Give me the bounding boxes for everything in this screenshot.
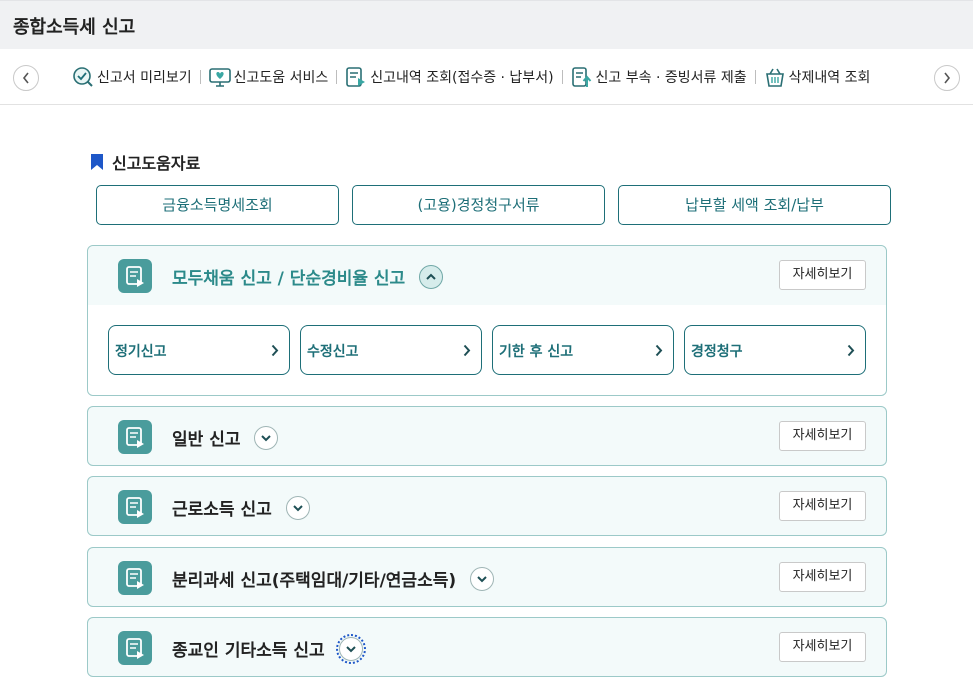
quick-item-deleted[interactable]: 삭제내역 조회 (764, 66, 871, 88)
divider (199, 70, 201, 84)
expand-toggle-button[interactable] (335, 634, 366, 664)
quick-item-label: 신고서 미리보기 (97, 70, 192, 86)
panel-header[interactable]: 모두채움 신고 / 단순경비율 신고 자세히보기 (88, 246, 886, 305)
panel-icon (118, 631, 152, 665)
expand-toggle-button[interactable] (470, 567, 495, 591)
filing-panel-earned-income: 근로소득 신고 자세히보기 (87, 476, 887, 536)
regular-filing-button[interactable]: 정기신고 (108, 325, 290, 375)
panel-title: 모두채움 신고 / 단순경비율 신고 (172, 269, 406, 289)
financial-income-lookup-button[interactable]: 금융소득명세조회 (96, 185, 339, 225)
quick-item-label: 신고 부속 · 증빙서류 제출 (595, 70, 747, 86)
scroll-left-button[interactable] (13, 65, 39, 91)
filing-panel-separate-taxation: 분리과세 신고(주택임대/기타/연금소득) 자세히보기 (87, 547, 887, 607)
panel-header[interactable]: 일반 신고 자세히보기 (88, 407, 886, 465)
details-button[interactable]: 자세히보기 (779, 632, 866, 662)
option-label: 수정신고 (307, 344, 359, 360)
trash-basket-icon (765, 68, 784, 87)
document-form-icon (126, 266, 144, 287)
panel-header[interactable]: 근로소득 신고 자세히보기 (88, 477, 886, 535)
panel-header[interactable]: 종교인 기타소득 신고 자세히보기 (88, 618, 886, 676)
chevron-down-icon (261, 435, 272, 442)
chevron-down-icon (292, 505, 303, 512)
late-filing-button[interactable]: 기한 후 신고 (492, 325, 674, 375)
panel-title: 종교인 기타소득 신고 (172, 641, 325, 661)
panel-title-wrap: 모두채움 신고 / 단순경비율 신고 (172, 264, 444, 291)
quick-item-history[interactable]: 신고내역 조회(접수증 · 납부서) (345, 66, 554, 88)
section-title: 신고도움자료 (112, 154, 201, 173)
monitor-heart-icon (208, 68, 231, 87)
panel-icon (118, 259, 152, 293)
panel-header[interactable]: 분리과세 신고(주택임대/기타/연금소득) 자세히보기 (88, 548, 886, 606)
details-button[interactable]: 자세히보기 (779, 260, 866, 290)
expand-toggle-button[interactable] (285, 496, 310, 520)
panel-title-wrap: 일반 신고 (172, 425, 279, 452)
document-form-icon (126, 638, 144, 659)
quick-item-label: 신고도움 서비스 (233, 70, 329, 86)
panel-icon (118, 490, 152, 524)
option-label: 경정청구 (691, 344, 743, 360)
option-label: 정기신고 (115, 344, 167, 360)
chevron-right-icon (655, 344, 663, 357)
details-button[interactable]: 자세히보기 (779, 562, 866, 592)
chevron-up-icon (426, 273, 436, 280)
details-button[interactable]: 자세히보기 (779, 491, 866, 521)
quick-item-attachments[interactable]: 신고 부속 · 증빙서류 제출 (571, 66, 747, 88)
details-button[interactable]: 자세히보기 (779, 421, 866, 451)
divider (336, 70, 338, 84)
chevron-down-icon (477, 576, 487, 583)
divider (754, 70, 756, 84)
filing-type-options: 정기신고 수정신고 기한 후 신고 경정청구 (88, 305, 886, 395)
document-upload-icon (571, 67, 591, 87)
chevron-right-icon (463, 344, 471, 357)
magnifier-check-icon (73, 67, 93, 87)
bookmark-icon (91, 154, 103, 170)
collapse-toggle-button[interactable] (419, 265, 444, 289)
tax-payment-lookup-button[interactable]: 납부할 세액 조회/납부 (618, 185, 891, 225)
quick-menu-bar: 신고서 미리보기 신고도움 서비스 신고내역 조회(접수증 · 납부서) 신고 … (0, 49, 973, 105)
quick-item-label: 삭제내역 조회 (788, 70, 871, 86)
page-header: 종합소득세 신고 (0, 0, 973, 49)
correction-claim-button[interactable]: 경정청구 (684, 325, 866, 375)
panel-title: 분리과세 신고(주택임대/기타/연금소득) (172, 571, 457, 591)
expand-toggle-button[interactable] (254, 426, 279, 450)
quick-item-help-service[interactable]: 신고도움 서비스 (208, 66, 329, 88)
page-title: 종합소득세 신고 (13, 17, 136, 38)
panel-title-wrap: 근로소득 신고 (172, 495, 310, 522)
panel-title: 일반 신고 (172, 430, 241, 450)
document-form-icon (126, 568, 144, 589)
chevron-down-icon (345, 646, 356, 653)
panel-title-wrap: 종교인 기타소득 신고 (172, 634, 366, 664)
document-play-icon (346, 67, 366, 87)
chevron-left-icon (22, 72, 29, 84)
amended-filing-button[interactable]: 수정신고 (300, 325, 482, 375)
quick-item-label: 신고내역 조회(접수증 · 납부서) (370, 70, 554, 86)
panel-title: 근로소득 신고 (172, 500, 272, 520)
chevron-right-icon (944, 72, 951, 84)
correction-claim-docs-button[interactable]: (고용)경정청구서류 (352, 185, 605, 225)
chevron-right-icon (271, 344, 279, 357)
divider (561, 70, 563, 84)
quick-menu-items: 신고서 미리보기 신고도움 서비스 신고내역 조회(접수증 · 납부서) 신고 … (72, 63, 870, 91)
filing-panel-general: 일반 신고 자세히보기 (87, 406, 887, 466)
panel-icon (118, 561, 152, 595)
scroll-right-button[interactable] (934, 65, 960, 91)
filing-panel-prefilled: 모두채움 신고 / 단순경비율 신고 자세히보기 정기신고 수정신고 기한 후 … (87, 245, 887, 396)
help-materials-heading: 신고도움자료 (90, 150, 200, 174)
panel-icon (118, 420, 152, 454)
chevron-right-icon (847, 344, 855, 357)
filing-panel-religious-income: 종교인 기타소득 신고 자세히보기 (87, 617, 887, 677)
document-form-icon (126, 497, 144, 518)
document-form-icon (126, 427, 144, 448)
quick-item-preview[interactable]: 신고서 미리보기 (72, 66, 192, 88)
option-label: 기한 후 신고 (499, 344, 574, 360)
panel-title-wrap: 분리과세 신고(주택임대/기타/연금소득) (172, 566, 495, 593)
